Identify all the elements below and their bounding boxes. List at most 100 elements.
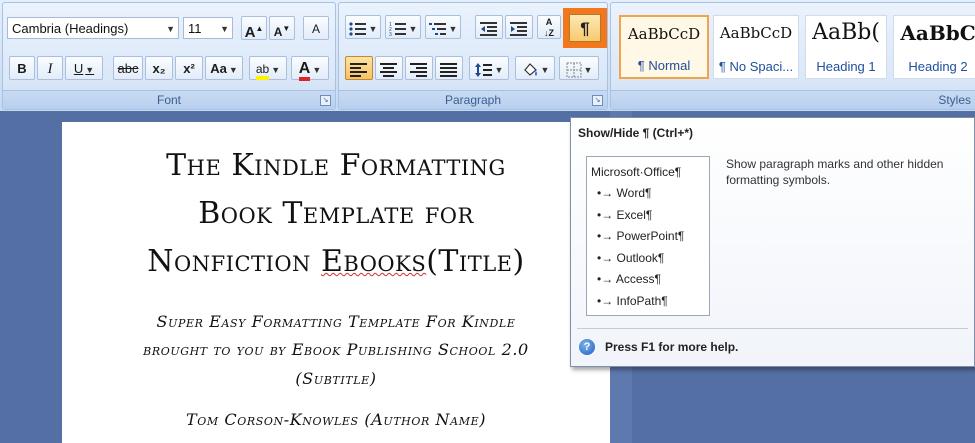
align-center-icon [380,62,397,77]
eraser-icon: A [311,22,320,36]
spelling-error-mark[interactable]: Ebooks [321,244,426,279]
shading-button[interactable]: ▼ [515,56,555,80]
show-hide-tooltip: Show/Hide ¶ (Ctrl+*) Microsoft·Office¶ •… [570,117,975,367]
text-highlight-button[interactable]: ab ▼ [249,56,287,80]
justify-icon [440,62,457,77]
sort-icon: A↓Z [544,17,554,38]
font-group: Cambria (Headings) ▼ 11 ▼ A▲ A▼ A B I U ▼… [2,2,336,110]
chevron-down-icon[interactable]: ▼ [541,65,550,75]
preview-line: •→ PowerPoint¶ [597,229,685,243]
tooltip-preview: Microsoft·Office¶ •→ Word¶ •→ Excel¶ •→ … [586,156,710,316]
style-heading-2[interactable]: AaBbC Heading 2 [893,15,975,79]
chevron-down-icon[interactable]: ▼ [409,24,418,34]
paragraph-dialog-launcher-icon[interactable]: ↘ [592,95,603,106]
chevron-down-icon[interactable]: ▼ [584,65,593,75]
chevron-down-icon[interactable]: ▼ [220,18,229,40]
align-left-button[interactable] [345,56,373,80]
align-left-icon [350,62,367,77]
title-line[interactable]: Book Template for [62,196,610,231]
paragraph-group-title: Paragraph [444,93,502,107]
preview-line: •→ Word¶ [597,186,652,200]
sort-button[interactable]: A↓Z [537,15,561,39]
style-sample: AaBbCcD [627,25,701,43]
change-case-button[interactable]: Aa ▼ [205,56,243,80]
strikethrough-button[interactable]: abc [113,56,143,80]
chevron-down-icon[interactable]: ▼ [229,65,238,75]
subscript-label: x₂ [152,61,166,76]
paint-bucket-icon [523,62,537,76]
font-name-value: Cambria (Headings) [12,21,129,36]
style-normal[interactable]: AaBbCcD ¶ Normal [619,15,709,79]
chevron-down-icon[interactable]: ▼ [85,65,94,75]
preview-line: •→ Outlook¶ [597,251,665,265]
style-sample: AaBb( [812,20,880,45]
chevron-down-icon[interactable]: ▼ [271,65,280,75]
grow-font-button[interactable]: A▲ [241,16,267,41]
italic-button[interactable]: I [37,56,63,80]
preview-line: •→ Excel¶ [597,208,653,222]
chevron-down-icon[interactable]: ▼ [166,18,175,40]
title-line[interactable]: Nonfiction Ebooks(Title) [62,244,610,279]
shrink-font-button[interactable]: A▼ [269,16,295,40]
show-hide-button[interactable]: ¶ [569,14,601,42]
font-size-combo[interactable]: 11 ▼ [183,17,233,39]
superscript-label: x² [183,61,195,76]
bullets-button[interactable]: ▼ [345,15,381,39]
justify-button[interactable] [435,56,463,80]
bold-label: B [17,61,27,76]
document-page[interactable]: The Kindle Formatting Book Template for … [62,122,610,443]
font-group-label: Font [3,90,335,109]
preview-line: Microsoft·Office¶ [591,165,682,179]
tooltip-help-text: Press F1 for more help. [605,340,739,354]
font-name-combo[interactable]: Cambria (Headings) ▼ [7,17,179,39]
increase-indent-button[interactable] [505,15,533,39]
title-line-text: Nonfiction Ebooks(Title) [147,244,525,279]
bold-button[interactable]: B [9,56,35,80]
subtitle-line[interactable]: (Subtitle) [62,369,610,388]
underline-label: U [73,61,84,76]
chevron-down-icon[interactable]: ▼ [495,65,504,75]
decrease-indent-icon [480,21,497,36]
preview-line: •→ InfoPath¶ [597,294,668,308]
author-line[interactable]: Tom Corson-Knowles (Author Name) [62,410,610,429]
subtitle-line[interactable]: brought to you by Ebook Publishing Schoo… [62,340,610,359]
font-dialog-launcher-icon[interactable]: ↘ [320,95,331,106]
chevron-down-icon[interactable]: ▼ [369,24,378,34]
underline-button[interactable]: U ▼ [65,56,103,80]
chevron-down-icon[interactable]: ▼ [449,24,458,34]
tooltip-divider [577,328,968,329]
font-size-value: 11 [188,21,202,36]
bullet-list-icon [348,21,366,36]
subtitle-line[interactable]: Super Easy Formatting Template For Kindl… [62,312,610,331]
italic-label: I [47,61,53,77]
border-grid-icon [566,62,582,78]
font-color-button[interactable]: A ▼ [291,56,329,81]
pilcrow-icon: ¶ [580,19,590,38]
styles-group: AaBbCcD ¶ Normal AaBbCcD ¶ No Spaci... A… [610,2,975,110]
decrease-indent-button[interactable] [475,15,503,39]
chevron-down-icon[interactable]: ▼ [312,65,321,75]
align-right-button[interactable] [405,56,433,80]
numbering-button[interactable]: 1 2 3 ▼ [385,15,421,39]
change-case-label: Aa [210,61,227,76]
preview-line: •→ Access¶ [597,272,661,286]
style-no-spacing[interactable]: AaBbCcD ¶ No Spaci... [713,15,799,79]
multilevel-list-icon [428,22,446,35]
line-spacing-icon [474,62,492,77]
highlighter-icon: ab [255,62,270,80]
style-heading-1[interactable]: AaBb( Heading 1 [805,15,887,79]
help-icon: ? [579,339,595,355]
title-line[interactable]: The Kindle Formatting [62,148,610,183]
subscript-button[interactable]: x₂ [145,56,173,80]
grow-font-label: A [244,24,256,41]
style-label: ¶ Normal [637,58,691,73]
multilevel-list-button[interactable]: ▼ [425,15,461,39]
numbered-list-icon: 1 2 3 [389,22,406,38]
style-label: Heading 2 [908,59,968,74]
clear-formatting-button[interactable]: A [303,16,329,40]
line-spacing-button[interactable]: ▼ [469,56,509,80]
superscript-button[interactable]: x² [175,56,203,80]
font-color-icon: A [298,60,311,81]
borders-button[interactable]: ▼ [559,56,599,80]
align-center-button[interactable] [375,56,403,80]
